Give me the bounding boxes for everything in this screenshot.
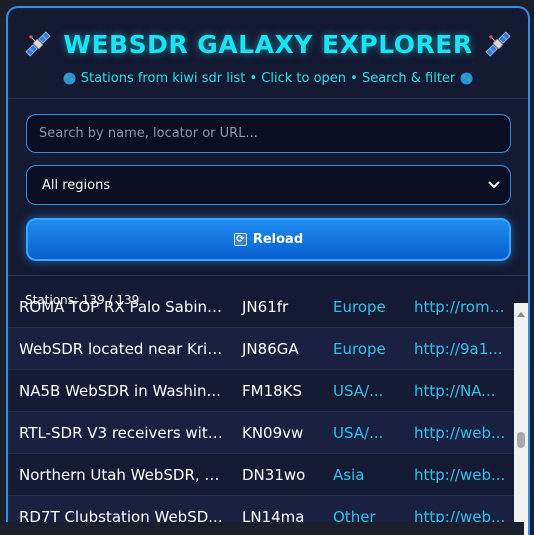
stations-table: ROMA TOP RX Palo Sabina... JN61fr Europe… [8, 284, 514, 535]
station-name: Northern Utah WebSDR, C... [19, 465, 224, 484]
station-name: RTL-SDR V3 receivers with... [19, 423, 224, 442]
station-url[interactable]: http://9a1... [414, 340, 506, 358]
station-locator: JN61fr [242, 297, 289, 316]
reload-button[interactable]: ⟳ Reload [26, 218, 511, 261]
satellite-icon [25, 31, 51, 57]
subtitle-text: Stations from kiwi sdr list • Click to o… [80, 71, 456, 86]
region-select[interactable]: All regions [26, 165, 511, 205]
search-placeholder: Search by name, locator or URL... [39, 126, 258, 141]
region-select-value: All regions [42, 177, 111, 193]
table-row[interactable]: RTL-SDR V3 receivers with... KN09vw USA/… [8, 412, 514, 454]
app-window: WEBSDR GALAXY EXPLORER Stations from kiw… [6, 6, 530, 535]
station-region: Asia [333, 465, 365, 484]
station-region: Europe [333, 297, 386, 316]
divider [8, 275, 528, 276]
station-name: NA5B WebSDR in Washin... [19, 381, 221, 400]
controls: Search by name, locator or URL... All re… [8, 99, 528, 261]
station-locator: DN31wo [242, 465, 306, 484]
satellite-icon [485, 31, 511, 57]
table-scrollbar[interactable] [514, 303, 528, 535]
station-locator: KN09vw [242, 423, 304, 442]
table-row[interactable]: WebSDR located near Kriz... JN86GA Europ… [8, 328, 514, 370]
reload-icon: ⟳ [233, 233, 247, 246]
station-region: USA/... [333, 423, 384, 442]
station-url[interactable]: http://NA... [414, 382, 506, 400]
table-row[interactable]: Northern Utah WebSDR, C... DN31wo Asia h… [8, 454, 514, 496]
reload-label: Reload [252, 232, 304, 247]
station-url[interactable]: http://web... [414, 424, 506, 442]
header: WEBSDR GALAXY EXPLORER Stations from kiw… [8, 8, 528, 99]
scrollbar-thumb[interactable] [517, 432, 525, 448]
station-region: USA/... [333, 381, 384, 400]
station-count: Stations: 139 / 139 [25, 293, 140, 307]
search-input[interactable]: Search by name, locator or URL... [26, 114, 511, 153]
station-name: WebSDR located near Kriz... [19, 339, 224, 358]
scroll-up-icon[interactable] [517, 312, 525, 317]
station-url[interactable]: http://web... [414, 466, 506, 484]
subtitle: Stations from kiwi sdr list • Click to o… [8, 71, 528, 86]
page-title: WEBSDR GALAXY EXPLORER [63, 29, 473, 59]
station-region: Europe [333, 339, 386, 358]
station-url[interactable]: http://romaweb... [414, 298, 506, 316]
station-locator: FM18KS [242, 381, 303, 400]
chevron-down-icon [488, 181, 500, 189]
globe-icon [460, 72, 473, 85]
title-row: WEBSDR GALAXY EXPLORER [8, 26, 528, 62]
globe-icon [63, 72, 76, 85]
bottom-edge [0, 522, 524, 535]
table-row[interactable]: NA5B WebSDR in Washin... FM18KS USA/... … [8, 370, 514, 412]
station-locator: JN86GA [242, 339, 299, 358]
